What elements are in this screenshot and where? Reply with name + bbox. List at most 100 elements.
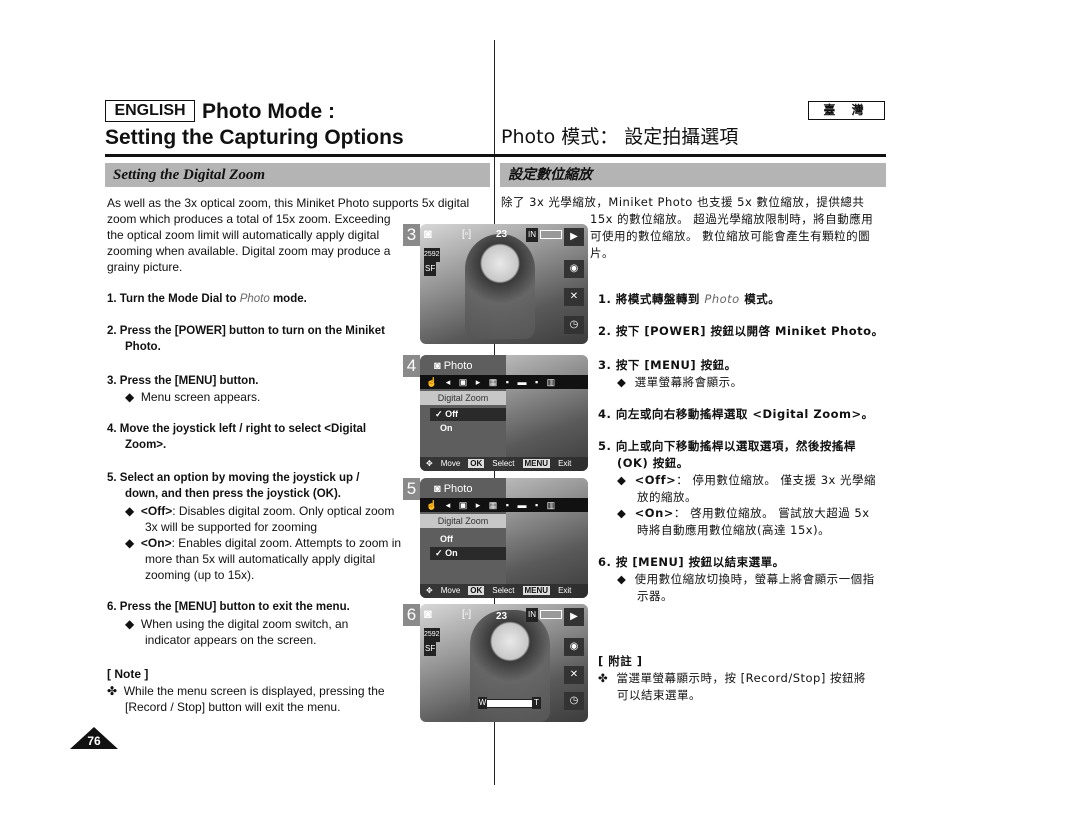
camera-screen-step5: ◙ Photo ☝ ◂ ▣ ▸ ▦ ▪ ▬ ▪ ▥ Digital Zoom O… bbox=[420, 478, 588, 598]
intro-zh-3: 可使用的數位縮放。 數位縮放可能會產生有顆粒的圖 bbox=[590, 229, 871, 243]
timer-icon[interactable]: ◷ bbox=[564, 692, 584, 710]
menu-key: MENU bbox=[522, 586, 551, 595]
option-off[interactable]: Off bbox=[430, 533, 506, 546]
playback-icon[interactable]: ▶ bbox=[564, 608, 584, 626]
step1-en-mode: Photo bbox=[239, 293, 270, 305]
resolution-icon: 2592 bbox=[424, 628, 440, 642]
option-on[interactable]: ✓ On bbox=[430, 547, 506, 560]
joystick-icon: ✥ bbox=[426, 586, 433, 595]
menu-key: MENU bbox=[522, 459, 551, 468]
language-badge: ENGLISH bbox=[105, 100, 195, 122]
menu-mode-title: ◙ Photo bbox=[420, 357, 506, 375]
cross-icon: ✤ bbox=[598, 671, 609, 685]
menu-mode-title: ◙ Photo bbox=[420, 480, 506, 498]
eye-icon[interactable]: ◉ bbox=[564, 638, 584, 656]
eye-icon[interactable]: ◉ bbox=[564, 260, 584, 278]
off-key: <Off> bbox=[634, 473, 677, 487]
option-label: Off bbox=[440, 534, 454, 544]
off-bullet-zh: ◆ <Off>： 停用數位縮放。 僅支援 3x 光學縮 bbox=[617, 472, 876, 488]
battery-icon bbox=[540, 610, 562, 619]
menu-item-title: Digital Zoom bbox=[420, 391, 506, 405]
step-badge: 4 bbox=[403, 355, 420, 377]
move-hint: Move bbox=[440, 459, 461, 468]
step6-en-bullet: ◆ When using the digital zoom switch, an bbox=[125, 616, 348, 632]
memory-icon: IN bbox=[526, 228, 538, 242]
section-bar-zh: 設定數位縮放 bbox=[500, 163, 886, 187]
timer-icon[interactable]: ◷ bbox=[564, 316, 584, 334]
camera-icon: ◙ bbox=[434, 483, 441, 495]
camera-icon: ◙ bbox=[424, 606, 432, 621]
on-text: : Enables digital zoom. Attempts to zoom… bbox=[171, 536, 402, 550]
exit-hint: Exit bbox=[558, 459, 572, 468]
move-hint: Move bbox=[440, 586, 461, 595]
intro-en-5: grainy picture. bbox=[107, 260, 183, 274]
off-text: : Disables digital zoom. Only optical zo… bbox=[172, 504, 395, 518]
step4-en-1: 4. Move the joystick left / right to sel… bbox=[107, 423, 367, 435]
zoom-wide-icon: W bbox=[478, 697, 487, 709]
option-off[interactable]: ✓ Off bbox=[430, 408, 506, 421]
intro-zh-2: 15x 的數位縮放。 超過光學縮放限制時，將自動應用 bbox=[590, 212, 874, 226]
on-bullet-zh: ◆ <On>： 啓用數位縮放。 嘗試放大超過 5x bbox=[617, 505, 870, 521]
bullet-text: When using the digital zoom switch, an bbox=[140, 617, 349, 631]
on-text: ： 啓用數位縮放。 嘗試放大超過 5x bbox=[673, 506, 870, 520]
ok-key: OK bbox=[468, 586, 485, 595]
page-title-zh: Photo 模式： 設定拍攝選項 bbox=[501, 126, 739, 148]
bullet-text: Menu screen appears. bbox=[140, 390, 261, 404]
intro-en-3: the optical zoom limit will automaticall… bbox=[107, 228, 380, 242]
diamond-icon: ◆ bbox=[125, 504, 135, 518]
step6-zh-bullet-2: 示器。 bbox=[637, 589, 673, 603]
quality-icon: SF bbox=[424, 642, 437, 656]
flash-off-icon[interactable]: ✕ bbox=[564, 666, 584, 684]
ok-key: OK bbox=[468, 459, 485, 468]
region-badge: 臺 灣 bbox=[808, 101, 885, 120]
check-icon: ✓ bbox=[435, 409, 443, 419]
battery-icon bbox=[540, 230, 562, 239]
step5-en-2: down, and then press the joystick (OK). bbox=[125, 488, 341, 500]
title-rule bbox=[105, 154, 886, 157]
diamond-icon: ◆ bbox=[617, 375, 627, 389]
intro-en-4: zooming when available. Digital zoom may… bbox=[107, 244, 391, 258]
note-text: 當選單螢幕顯示時，按 [Record/Stop] 按鈕將 bbox=[616, 671, 866, 685]
note-zh-2: 可以結束選單。 bbox=[617, 688, 701, 702]
note-en-2: [Record / Stop] button will exit the men… bbox=[125, 700, 341, 714]
step1-zh-text: 1. 將模式轉盤轉到 bbox=[598, 292, 705, 306]
playback-icon[interactable]: ▶ bbox=[564, 228, 584, 246]
flash-off-icon[interactable]: ✕ bbox=[564, 288, 584, 306]
menu-icon-bar[interactable]: ☝ ◂ ▣ ▸ ▦ ▪ ▬ ▪ ▥ bbox=[420, 498, 588, 512]
camera-screen-step4: ◙ Photo ☝ ◂ ▣ ▸ ▦ ▪ ▬ ▪ ▥ Digital Zoom ✓… bbox=[420, 355, 588, 471]
step2-zh: 2. 按下 [POWER] 按鈕以開啓 Miniket Photo。 bbox=[598, 324, 884, 338]
note-en: ✤ While the menu screen is displayed, pr… bbox=[107, 683, 385, 699]
step-badge: 6 bbox=[403, 604, 420, 626]
step2-en-2: Photo. bbox=[125, 341, 161, 353]
off-key: <Off> bbox=[140, 504, 173, 518]
zoom-tele-icon: T bbox=[532, 697, 541, 709]
mode-label: Photo bbox=[443, 360, 473, 372]
step-badge: 3 bbox=[403, 224, 420, 246]
menu-item-title: Digital Zoom bbox=[420, 514, 506, 528]
mode-label: Photo bbox=[443, 483, 473, 495]
camera-icon: ◙ bbox=[434, 360, 441, 372]
diamond-icon: ◆ bbox=[125, 390, 135, 404]
option-on[interactable]: On bbox=[430, 422, 506, 435]
note-text: While the menu screen is displayed, pres… bbox=[123, 684, 385, 698]
menu-icon-bar[interactable]: ☝ ◂ ▣ ▸ ▦ ▪ ▬ ▪ ▥ bbox=[420, 375, 588, 389]
section-title-en: Setting the Digital Zoom bbox=[113, 167, 266, 183]
on-bullet-en-3: zooming (up to 15x). bbox=[145, 568, 255, 582]
step3-en: 3. Press the [MENU] button. bbox=[107, 375, 259, 387]
step6-zh: 6. 按 [MENU] 按鈕以結束選單。 bbox=[598, 555, 785, 569]
step1-zh-mode: Photo bbox=[704, 292, 740, 306]
off-text: ： 停用數位縮放。 僅支援 3x 光學縮 bbox=[676, 473, 876, 487]
step5-en-1: 5. Select an option by moving the joysti… bbox=[107, 472, 360, 484]
diamond-icon: ◆ bbox=[617, 506, 627, 520]
shot-count: 23 bbox=[496, 229, 508, 240]
off-bullet-zh-2: 放的縮放。 bbox=[637, 490, 697, 504]
diamond-icon: ◆ bbox=[125, 617, 135, 631]
step3-zh-bullet: ◆ 選單螢幕將會顯示。 bbox=[617, 374, 743, 390]
note-title-en: [ Note ] bbox=[107, 667, 149, 681]
step2-en-1: 2. Press the [POWER] button to turn on t… bbox=[107, 325, 385, 337]
diamond-icon: ◆ bbox=[617, 572, 627, 586]
step3-en-bullet: ◆ Menu screen appears. bbox=[125, 389, 260, 405]
camera-icon: ◙ bbox=[424, 226, 432, 241]
diamond-icon: ◆ bbox=[125, 536, 135, 550]
diamond-icon: ◆ bbox=[617, 473, 627, 487]
